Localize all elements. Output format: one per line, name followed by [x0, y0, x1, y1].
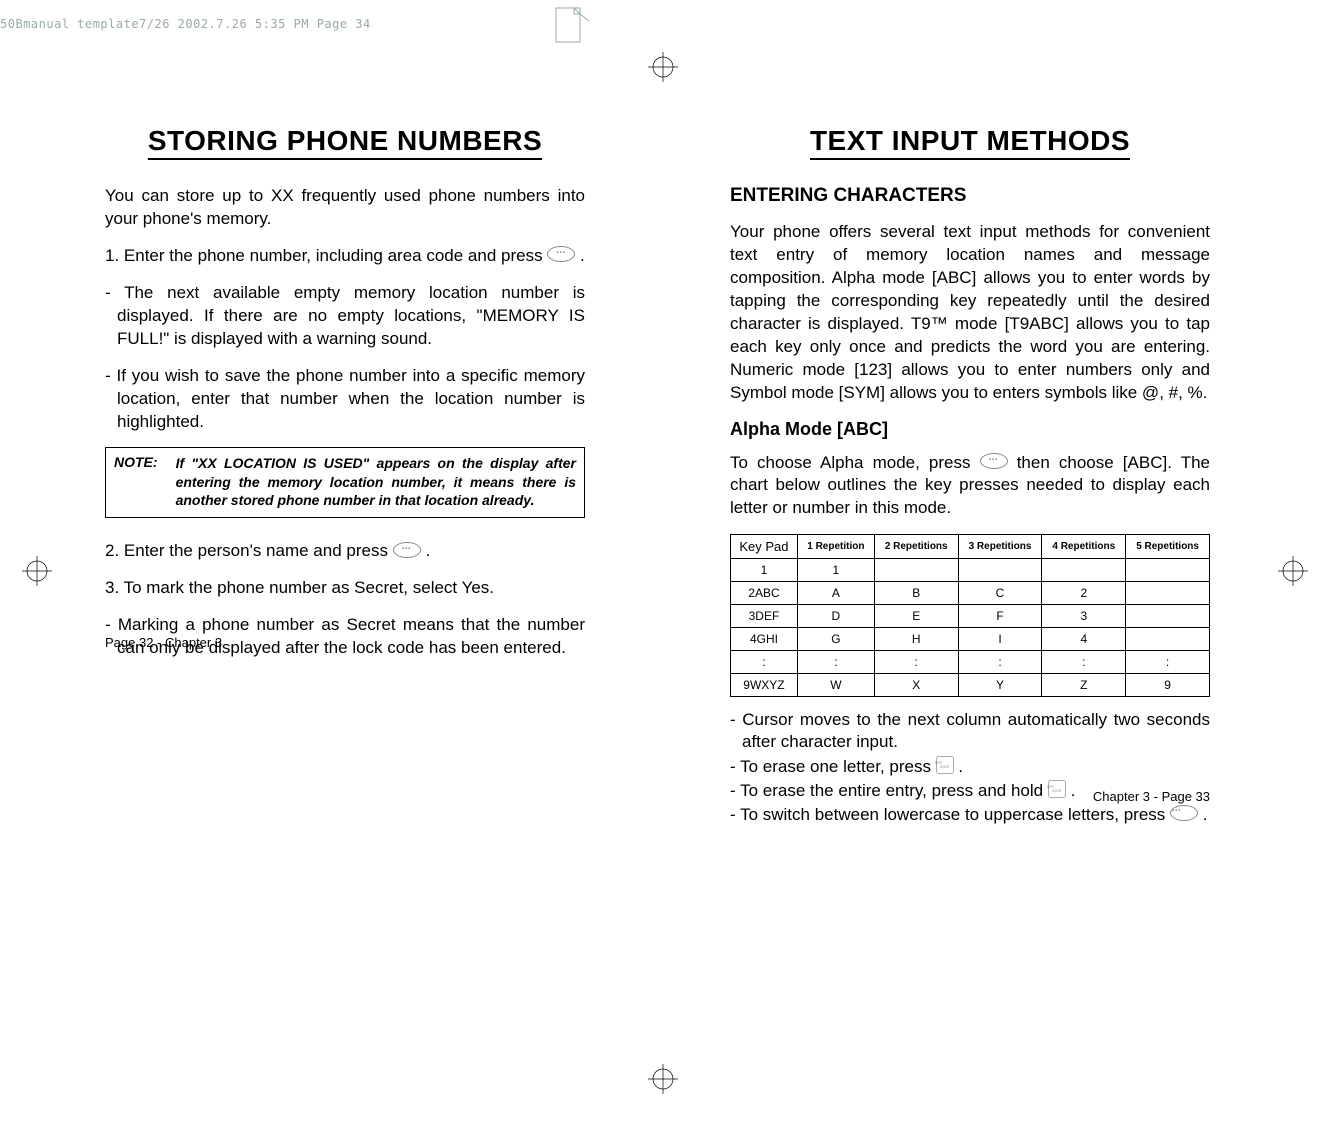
table-cell: : — [797, 651, 874, 674]
table-row: 11 — [731, 559, 1210, 582]
table-cell: W — [797, 674, 874, 697]
registration-mark-icon — [1278, 556, 1308, 586]
table-row: :::::: — [731, 651, 1210, 674]
table-cell: A — [797, 582, 874, 605]
table-row: 9WXYZWXYZ9 — [731, 674, 1210, 697]
softkey-icon — [1170, 805, 1198, 821]
note-box: NOTE: If "XX LOCATION IS USED" appears o… — [105, 447, 585, 518]
left-page: STORING PHONE NUMBERS You can store up t… — [105, 125, 585, 674]
bullet-text-b: . — [1071, 781, 1076, 800]
subheading-entering: ENTERING CHARACTERS — [730, 185, 1210, 207]
table-body: 112ABCABC23DEFDEF34GHIGHI4::::::9WXYZWXY… — [731, 559, 1210, 697]
table-cell: : — [1126, 651, 1210, 674]
table-cell: F — [958, 605, 1042, 628]
bullet-case: - To switch between lowercase to upperca… — [730, 804, 1210, 826]
section-title: TEXT INPUT METHODS — [730, 125, 1210, 157]
bullet-text-b: . — [958, 757, 963, 776]
table-header: 5 Repetitions — [1126, 535, 1210, 559]
table-row: 3DEFDEF3 — [731, 605, 1210, 628]
step-2-text-b: . — [425, 541, 430, 560]
bullet-erase-one: - To erase one letter, press . — [730, 756, 1210, 778]
table-cell — [1126, 628, 1210, 651]
table-cell — [958, 559, 1042, 582]
registration-mark-icon — [648, 1064, 678, 1094]
page-footer-left: Page 32 - Chapter 3 — [105, 635, 222, 650]
note-dash-1: - The next available empty memory locati… — [105, 282, 585, 351]
table-cell — [1126, 582, 1210, 605]
softkey-icon — [980, 453, 1008, 469]
table-cell: Y — [958, 674, 1042, 697]
table-cell: E — [874, 605, 958, 628]
registration-mark-icon — [22, 556, 52, 586]
right-page: TEXT INPUT METHODS ENTERING CHARACTERS Y… — [730, 125, 1210, 828]
table-cell: C — [958, 582, 1042, 605]
clr-key-icon — [936, 756, 954, 774]
bullet-text-a: - To erase one letter, press — [730, 757, 936, 776]
alpha-text-a: To choose Alpha mode, press — [730, 453, 980, 472]
note-dash-2: - If you wish to save the phone number i… — [105, 365, 585, 434]
note-text: If "XX LOCATION IS USED" appears on the … — [176, 454, 576, 509]
table-header-row: Key Pad 1 Repetition 2 Repetitions 3 Rep… — [731, 535, 1210, 559]
table-cell — [874, 559, 958, 582]
subheading-alpha: Alpha Mode [ABC] — [730, 419, 1210, 440]
table-header: 3 Repetitions — [958, 535, 1042, 559]
page-footer-right: Chapter 3 - Page 33 — [1093, 789, 1210, 804]
alpha-paragraph: To choose Alpha mode, press then choose … — [730, 452, 1210, 521]
table-cell: Z — [1042, 674, 1126, 697]
table-cell: X — [874, 674, 958, 697]
clr-key-icon — [1048, 780, 1066, 798]
step-1: 1. Enter the phone number, including are… — [105, 245, 585, 268]
section-title: STORING PHONE NUMBERS — [105, 125, 585, 157]
table-header: 1 Repetition — [797, 535, 874, 559]
bullet-cursor: - Cursor moves to the next column automa… — [730, 709, 1210, 753]
table-cell — [1126, 559, 1210, 582]
table-cell: H — [874, 628, 958, 651]
bullet-text-a: - To switch between lowercase to upperca… — [730, 805, 1170, 824]
table-cell: 3DEF — [731, 605, 798, 628]
table-cell: : — [1042, 651, 1126, 674]
table-cell: B — [874, 582, 958, 605]
table-cell: G — [797, 628, 874, 651]
softkey-icon — [393, 542, 421, 558]
table-header: 2 Repetitions — [874, 535, 958, 559]
table-cell: 4 — [1042, 628, 1126, 651]
source-file-header: 50Bmanual template7/26 2002.7.26 5:35 PM… — [0, 17, 371, 31]
page-fold-icon — [555, 7, 591, 56]
step-3: 3. To mark the phone number as Secret, s… — [105, 577, 585, 600]
table-cell: I — [958, 628, 1042, 651]
step-1-text-b: . — [580, 246, 585, 265]
table-row: 4GHIGHI4 — [731, 628, 1210, 651]
table-cell: 1 — [731, 559, 798, 582]
table-header: Key Pad — [731, 535, 798, 559]
table-cell: : — [958, 651, 1042, 674]
table-cell: 3 — [1042, 605, 1126, 628]
step-2-text-a: 2. Enter the person's name and press — [105, 541, 393, 560]
table-cell: 9 — [1126, 674, 1210, 697]
table-cell — [1042, 559, 1126, 582]
table-header: 4 Repetitions — [1042, 535, 1126, 559]
step-1-text-a: 1. Enter the phone number, including are… — [105, 246, 547, 265]
table-cell: D — [797, 605, 874, 628]
table-cell: 1 — [797, 559, 874, 582]
step-2: 2. Enter the person's name and press . — [105, 540, 585, 563]
keypad-table: Key Pad 1 Repetition 2 Repetitions 3 Rep… — [730, 534, 1210, 697]
table-cell: : — [731, 651, 798, 674]
table-cell — [1126, 605, 1210, 628]
table-row: 2ABCABC2 — [731, 582, 1210, 605]
bullet-text-a: - To erase the entire entry, press and h… — [730, 781, 1048, 800]
softkey-icon — [547, 246, 575, 262]
table-cell: 9WXYZ — [731, 674, 798, 697]
table-cell: 2 — [1042, 582, 1126, 605]
intro-paragraph: You can store up to XX frequently used p… — [105, 185, 585, 231]
note-label: NOTE: — [114, 454, 158, 509]
bullet-text-b: . — [1203, 805, 1208, 824]
table-cell: 2ABC — [731, 582, 798, 605]
registration-mark-icon — [648, 52, 678, 82]
table-cell: 4GHI — [731, 628, 798, 651]
intro-paragraph: Your phone offers several text input met… — [730, 221, 1210, 405]
table-cell: : — [874, 651, 958, 674]
